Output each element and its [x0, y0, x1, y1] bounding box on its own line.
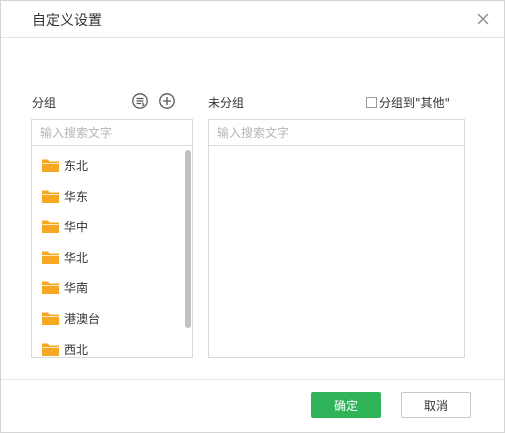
- group-item-huadong[interactable]: 华东: [32, 180, 184, 210]
- folder-icon: [42, 251, 59, 264]
- cancel-button[interactable]: 取消: [401, 392, 471, 418]
- group-item-label: 华东: [64, 190, 89, 204]
- custom-settings-dialog: 自定义设置 分组 未分组 分组到"其他" 输入搜索文字 东北 华东 华中 华北 …: [0, 0, 505, 433]
- group-item-label: 华南: [64, 281, 89, 295]
- grouped-list: 东北 华东 华中 华北 华南 港澳台 西北: [32, 147, 184, 357]
- group-item-label: 华北: [64, 251, 89, 265]
- folder-icon: [42, 343, 59, 356]
- close-icon[interactable]: [475, 11, 491, 27]
- add-group-icon[interactable]: [158, 92, 176, 110]
- group-item-huabei[interactable]: 华北: [32, 241, 184, 271]
- ok-button[interactable]: 确定: [311, 392, 381, 418]
- group-item-huazhong[interactable]: 华中: [32, 210, 184, 240]
- folder-icon: [42, 159, 59, 172]
- group-to-other-checkbox[interactable]: [366, 97, 377, 108]
- ungrouped-label: 未分组: [208, 96, 245, 110]
- group-item-label: 西北: [64, 343, 89, 357]
- grouped-label: 分组: [32, 96, 57, 110]
- dialog-footer: 确定 取消: [1, 379, 504, 433]
- folder-icon: [42, 190, 59, 203]
- grouped-list-scrollbar[interactable]: [185, 150, 191, 328]
- group-to-other-label: 分组到"其他": [379, 96, 451, 110]
- dialog-title-bar: 自定义设置: [1, 1, 504, 38]
- ungrouped-search-input[interactable]: [209, 120, 464, 146]
- group-item-label: 东北: [64, 159, 89, 173]
- grouped-search-input[interactable]: [32, 120, 192, 146]
- sort-icon[interactable]: [131, 92, 149, 110]
- group-item-huanan[interactable]: 华南: [32, 271, 184, 301]
- group-item-dongbei[interactable]: 东北: [32, 149, 184, 179]
- group-item-label: 港澳台: [64, 312, 101, 326]
- group-item-label: 华中: [64, 220, 89, 234]
- folder-icon: [42, 220, 59, 233]
- folder-icon: [42, 281, 59, 294]
- group-item-gangaotai[interactable]: 港澳台: [32, 302, 184, 332]
- grouped-panel: 东北 华东 华中 华北: [31, 119, 193, 358]
- group-to-other-toggle[interactable]: 分组到"其他": [366, 94, 450, 111]
- ungrouped-panel: [208, 119, 465, 358]
- group-item-xibei[interactable]: 西北: [32, 333, 184, 357]
- folder-icon: [42, 312, 59, 325]
- dialog-title: 自定义设置: [32, 13, 102, 29]
